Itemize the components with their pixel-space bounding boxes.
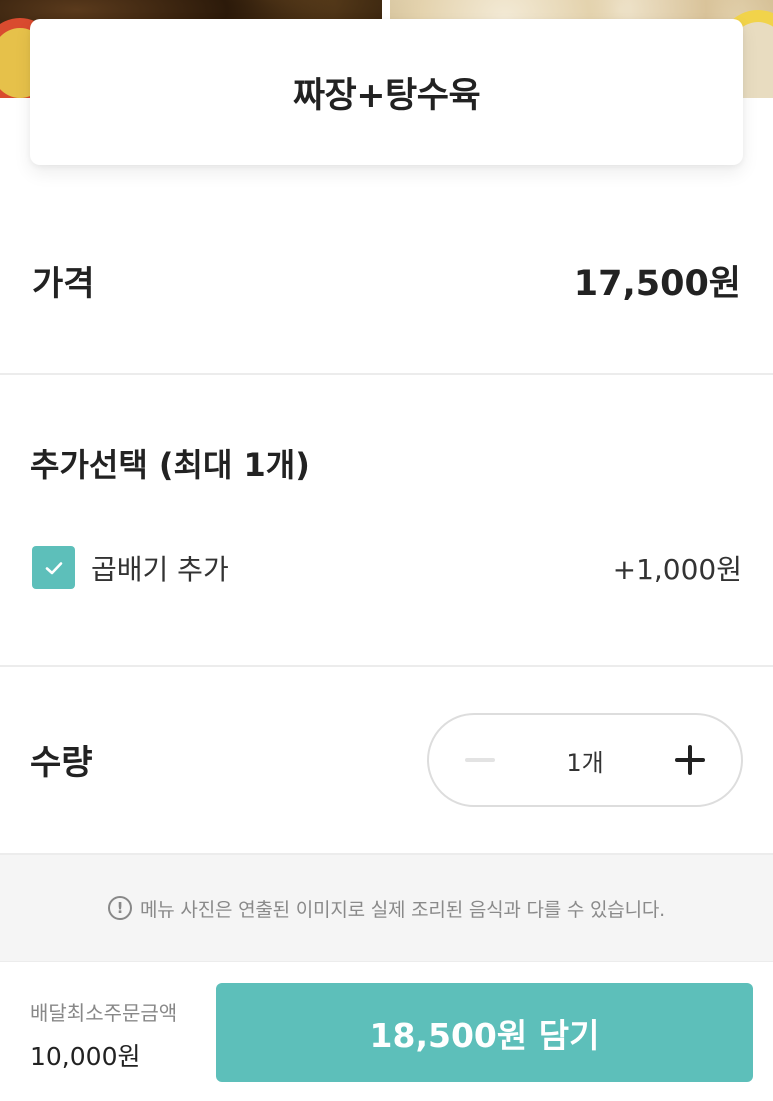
option-checkbox[interactable] — [32, 546, 75, 589]
menu-title-card: 짜장+탕수육 — [30, 19, 743, 165]
quantity-stepper: 1개 — [427, 713, 743, 807]
divider — [0, 665, 773, 667]
option-price: +1,000원 — [612, 552, 742, 586]
price-value: 17,500원 — [573, 263, 741, 304]
quantity-label: 수량 — [30, 743, 93, 783]
menu-title: 짜장+탕수육 — [292, 75, 481, 116]
check-icon — [45, 561, 62, 574]
option-label: 곱배기 추가 — [91, 552, 229, 586]
quantity-value: 1개 — [566, 748, 604, 777]
price-row: 가격 17,500원 — [0, 230, 773, 330]
decrease-quantity-button[interactable] — [465, 758, 495, 762]
increase-quantity-button[interactable] — [674, 745, 705, 775]
photo-notice: ! 메뉴 사진은 연출된 이미지로 실제 조리된 음식과 다를 수 있습니다. — [0, 855, 773, 961]
min-order-label: 배달최소주문금액 — [30, 1001, 178, 1025]
info-exclamation-icon: ! — [108, 896, 133, 920]
price-label: 가격 — [32, 263, 95, 304]
option-extra-size[interactable]: 곱배기 추가 +1,000원 — [32, 545, 742, 590]
notice-text: 메뉴 사진은 연출된 이미지로 실제 조리된 음식과 다를 수 있습니다. — [140, 898, 665, 921]
min-order-value: 10,000원 — [30, 1042, 141, 1071]
options-title: 추가선택 (최대 1개) — [30, 446, 310, 484]
order-footer: 배달최소주문금액 10,000원 18,500원 담기 — [0, 961, 773, 1101]
add-to-cart-button[interactable]: 18,500원 담기 — [216, 983, 753, 1082]
divider — [0, 373, 773, 375]
